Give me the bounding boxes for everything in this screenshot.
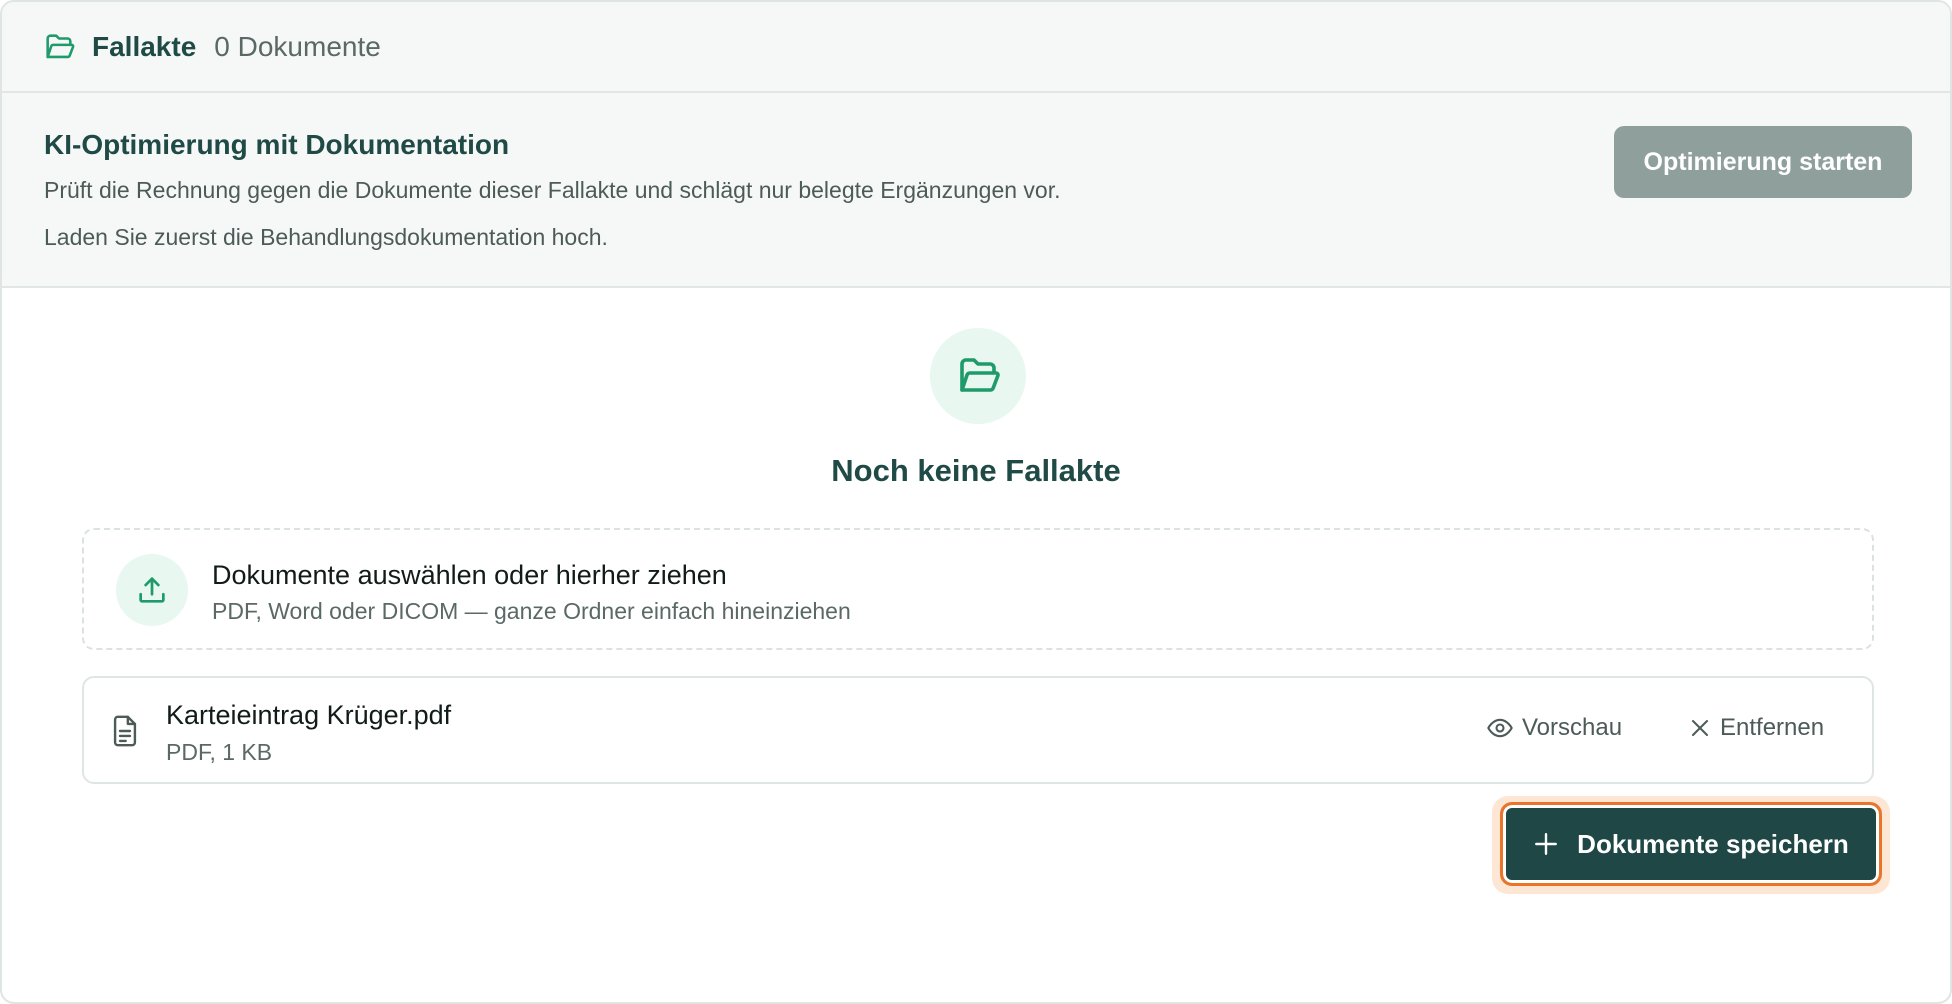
folder-open-icon [960,358,1000,392]
preview-button[interactable]: Vorschau [1486,714,1622,742]
upload-icon-circle [116,554,188,626]
plus-icon [1535,833,1558,855]
preview-label: Vorschau [1522,714,1623,741]
optimization-description: Prüft die Rechnung gegen die Dokumente d… [44,177,1061,203]
file-list-item: Karteieintrag Krüger.pdf PDF, 1 KB Vorsc… [82,676,1874,784]
empty-state-icon-circle [930,328,1026,424]
document-icon [113,715,137,747]
file-meta: PDF, 1 KB [166,739,273,765]
save-documents-button[interactable]: Dokumente speichern [1500,802,1882,886]
upload-dropzone[interactable]: Dokumente auswählen oder hierher ziehen … [82,528,1874,650]
case-file-header: Fallakte 0 Dokumente [2,2,1950,93]
dropzone-subtitle: PDF, Word oder DICOM — ganze Ordner einf… [212,598,851,624]
dropzone-title: Dokumente auswählen oder hierher ziehen [212,560,727,590]
upload-icon [139,577,165,603]
remove-label: Entfernen [1720,714,1825,741]
folder-open-icon [46,33,75,58]
ai-optimization-panel: KI-Optimierung mit Dokumentation Prüft d… [2,93,1950,288]
case-file-card: Fallakte 0 Dokumente KI-Optimierung mit … [0,0,1952,1004]
optimization-heading: KI-Optimierung mit Dokumentation [44,129,510,160]
close-icon [1692,720,1708,736]
remove-button[interactable]: Entfernen [1688,714,1824,742]
document-count: 0 Dokumente [214,30,381,62]
file-name: Karteieintrag Krüger.pdf [166,700,452,730]
case-file-title: Fallakte [92,30,197,62]
eye-icon [1487,718,1513,738]
empty-state-title: Noch keine Fallakte [831,453,1121,488]
start-optimization-button[interactable]: Optimierung starten [1614,126,1912,198]
optimization-hint: Laden Sie zuerst die Behandlungsdokument… [44,224,608,250]
save-documents-label: Dokumente speichern [1577,828,1849,859]
